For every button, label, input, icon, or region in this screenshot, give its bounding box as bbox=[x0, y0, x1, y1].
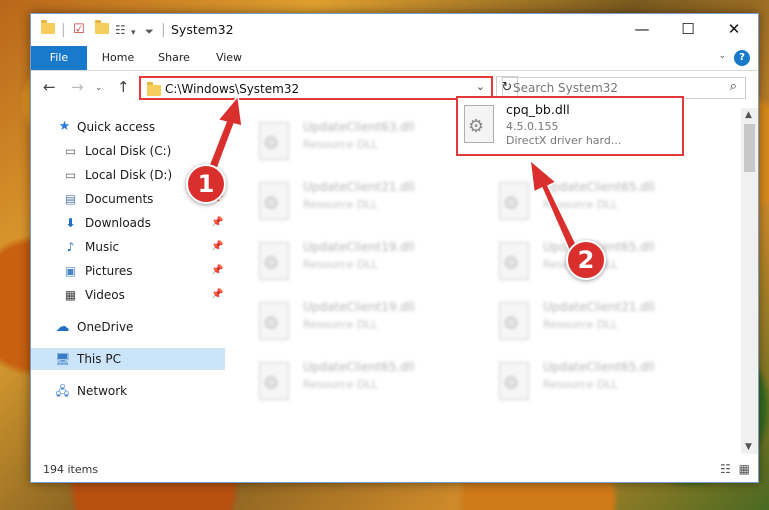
annotation-arrows bbox=[207, 94, 579, 254]
arrow-to-file bbox=[529, 158, 579, 254]
step-2-badge: 2 bbox=[566, 240, 606, 280]
arrow-to-address-bar bbox=[207, 94, 243, 174]
step-1-badge: 1 bbox=[186, 164, 226, 204]
